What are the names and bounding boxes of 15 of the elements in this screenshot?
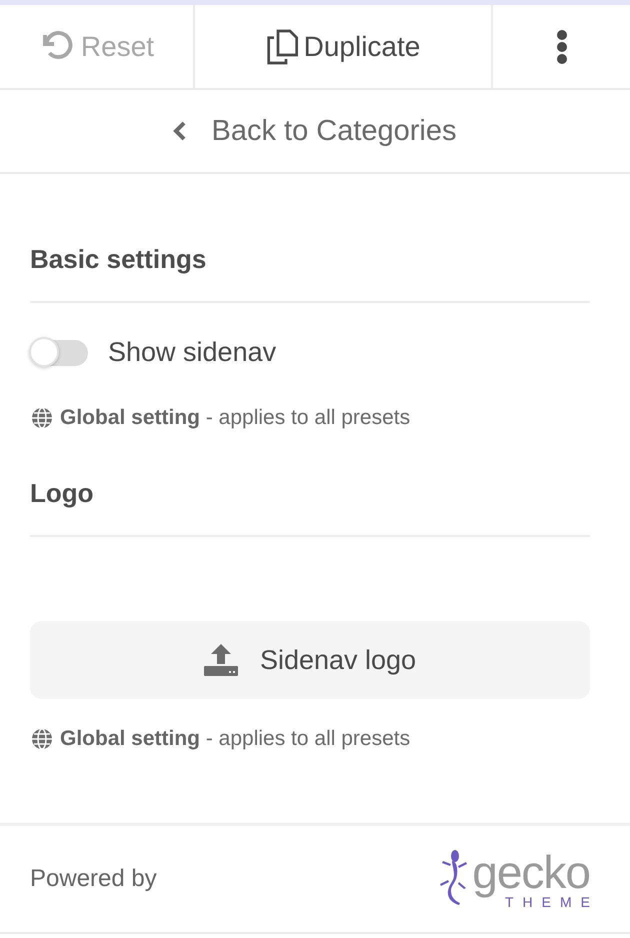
section-title: Basic settings [30,174,590,303]
setting-note: Global setting - applies to all presets [60,406,410,430]
copy-icon [266,28,298,64]
toggle-label: Show sidenav [108,337,276,368]
setting-note: Global setting - applies to all presets [60,727,410,751]
globe-icon [30,406,54,430]
section-title: Logo [30,430,590,537]
gecko-logo: gecko THEME [440,849,590,909]
more-icon [556,30,568,64]
upload-button[interactable]: Sidenav logo [30,621,590,699]
powered-by-text: Powered by [30,865,157,893]
globe-icon [30,727,54,751]
upload-icon [204,644,238,676]
toggle-switch[interactable] [30,340,88,366]
chevron-left-icon [173,121,188,141]
